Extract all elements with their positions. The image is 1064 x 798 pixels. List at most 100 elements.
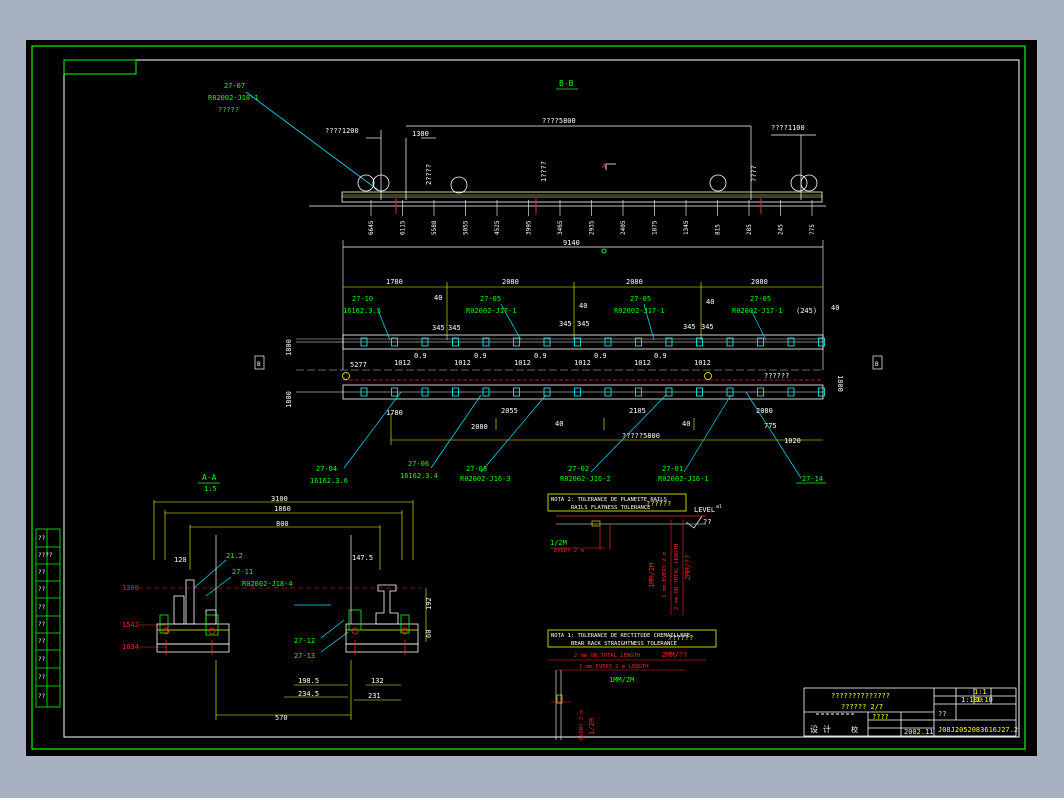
cad-drawing: ?? ???? ?? ?? ?? ?? ?? ?? ?? ?? B-B 27-0… bbox=[31, 45, 1026, 750]
plan-345-3: 345 bbox=[577, 320, 590, 328]
aa-3100: 3100 bbox=[271, 495, 288, 503]
tick-label: 2935 bbox=[589, 220, 596, 235]
plan-40-1: 40 bbox=[579, 302, 587, 310]
tb-q1: ???? bbox=[872, 713, 889, 721]
note2-level2: ?? bbox=[703, 518, 711, 526]
tb-check: 校 bbox=[851, 725, 858, 734]
note1-q: ?????? bbox=[668, 634, 693, 642]
plan-1012-2: 1012 bbox=[514, 359, 531, 367]
tick-label: 285 bbox=[746, 224, 753, 235]
plan-bot-sub-0: 16162.3.6 bbox=[310, 477, 348, 485]
plan-2080b: 2080 bbox=[626, 278, 643, 286]
note-2: NOTA 2: TOLERANCE DE PLANEITE RAILS RAIL… bbox=[547, 493, 722, 615]
plan-left-2: 1800 bbox=[285, 391, 293, 408]
tick-label: 5055 bbox=[463, 220, 470, 235]
note2-v3: 2 mm ON TOTAL LENGTH bbox=[674, 544, 680, 610]
tick-label: 3465 bbox=[557, 220, 564, 235]
aa-1300: 1300 bbox=[122, 584, 139, 592]
side-cell-4: ?? bbox=[38, 604, 46, 611]
note2-line2: RAILS FLATNESS TOLERANCE bbox=[571, 505, 650, 511]
upper-rail bbox=[296, 334, 824, 350]
aa-60: 60 bbox=[425, 630, 433, 638]
label-top-q: ????? bbox=[218, 106, 239, 114]
aa-132: 132 bbox=[371, 677, 384, 685]
note2-level: LEVEL bbox=[694, 506, 715, 514]
aa-120: 120 bbox=[174, 556, 187, 564]
drawing-sheet: ?? ???? ?? ?? ?? ?? ?? ?? ?? ?? B-B 27-0… bbox=[26, 40, 1037, 756]
tick-label: 6115 bbox=[400, 220, 407, 235]
aa-1542: 1542 bbox=[122, 621, 139, 629]
plan-bot-code-2: 27-03 bbox=[466, 465, 487, 473]
aa-147-5: 147.5 bbox=[352, 554, 373, 562]
tb-title: ?????????????? bbox=[831, 692, 890, 700]
aa-570: 570 bbox=[275, 714, 288, 722]
note2-every: EVERY 2 m bbox=[554, 548, 584, 554]
plan-bot-code-4: 27-01 bbox=[662, 465, 683, 473]
plan-bot-sub-3: R02002-J16-2 bbox=[560, 475, 611, 483]
tick-label: 1875 bbox=[652, 220, 659, 235]
plan-q: ?????? bbox=[764, 372, 789, 380]
tick-label: 775 bbox=[809, 224, 816, 235]
plan-1020: 1020 bbox=[784, 437, 801, 445]
plan-bot-code-5: 27-14 bbox=[802, 475, 823, 483]
aa-192: 192 bbox=[425, 597, 433, 610]
aa-800: 800 bbox=[276, 520, 289, 528]
note-1: NOTA 1: TOLERANCE DE RECTITUDE CREMAILLE… bbox=[547, 629, 717, 740]
tb-design: 设 计 bbox=[810, 724, 831, 734]
tb-right-top: 1:1 bbox=[974, 688, 987, 696]
plan-2080e: 2080 bbox=[471, 423, 488, 431]
plan-5277: 5277 bbox=[350, 361, 367, 369]
dim-1200: ????1200 bbox=[325, 127, 359, 135]
side-cell-5: ?? bbox=[38, 621, 46, 628]
outer-frame bbox=[31, 45, 1026, 750]
tb-small-q: ?? bbox=[938, 710, 946, 718]
plan-top-code-2: 27-05 bbox=[630, 295, 651, 303]
tb-date: 2002.11 bbox=[904, 728, 934, 736]
plan-right: 1800 bbox=[836, 375, 844, 392]
note2-q: ?????? bbox=[646, 500, 671, 508]
aa-title: A-A bbox=[202, 473, 217, 482]
plan-2105: 2105 bbox=[629, 407, 646, 415]
plan-345-4: 345 bbox=[683, 323, 696, 331]
leader-27-07 bbox=[245, 91, 379, 191]
plan-09-1: 0.9 bbox=[474, 352, 487, 360]
plan-top-sub-2: R02002-J17-1 bbox=[614, 307, 665, 315]
plan-2080a: 2080 bbox=[502, 278, 519, 286]
plan-345-5: 345 bbox=[701, 323, 714, 331]
plan-bot-code-1: 27-06 bbox=[408, 460, 429, 468]
side-cell-2: ?? bbox=[38, 569, 46, 576]
plan-1012-3: 1012 bbox=[574, 359, 591, 367]
aa-dimlines bbox=[153, 500, 427, 720]
plan-1012-0: 1012 bbox=[394, 359, 411, 367]
plan-1780b: 1780 bbox=[386, 409, 403, 417]
aa-r0: R02002-J18-4 bbox=[242, 580, 293, 588]
box-b-left: B bbox=[257, 361, 261, 368]
side-cell-3: ?? bbox=[38, 586, 46, 593]
plan-2080c: 2080 bbox=[751, 278, 768, 286]
aa-21-2: 21.2 bbox=[226, 552, 243, 560]
plan-09-4: 0.9 bbox=[654, 352, 667, 360]
plan-40-2: 40 bbox=[706, 298, 714, 306]
plan-245: (245) bbox=[796, 307, 817, 315]
plan-09-3: 0.9 bbox=[594, 352, 607, 360]
side-cell-8: ?? bbox=[38, 674, 46, 681]
side-cell-1: ???? bbox=[38, 552, 53, 559]
note2-v2: 1 mm EVERY 2 m bbox=[662, 551, 668, 598]
tick-labels: 6645 6115 5588 5055 4525 3995 3465 2935 2405 1875… bbox=[368, 200, 816, 235]
plan-345-1: 345 bbox=[448, 324, 461, 332]
side-cell-0: ?? bbox=[38, 535, 46, 542]
tb-sub: ?????? 2/7 bbox=[841, 703, 883, 711]
plan-bot-code-3: 27-02 bbox=[568, 465, 589, 473]
note1-r1: 2 mm ON TOTAL LENGTH bbox=[574, 653, 640, 659]
plan-top-sub-0: 16162.3.5 bbox=[343, 307, 381, 315]
plan-top-code-3: 27-05 bbox=[750, 295, 771, 303]
plan-total: 9140 bbox=[563, 239, 580, 247]
dim-5800: ????5800 bbox=[542, 117, 576, 125]
note1-mm: 1MM/2M bbox=[609, 676, 634, 684]
plan-left-1: 1800 bbox=[285, 339, 293, 356]
plan-40-3: 40 bbox=[831, 304, 839, 312]
tick-label: 6645 bbox=[368, 220, 375, 235]
note2-1-2m: 1/2M bbox=[550, 539, 567, 547]
dim-1380: 1380 bbox=[412, 130, 429, 138]
plan-bot-sub-4: R02002-J16-1 bbox=[658, 475, 709, 483]
